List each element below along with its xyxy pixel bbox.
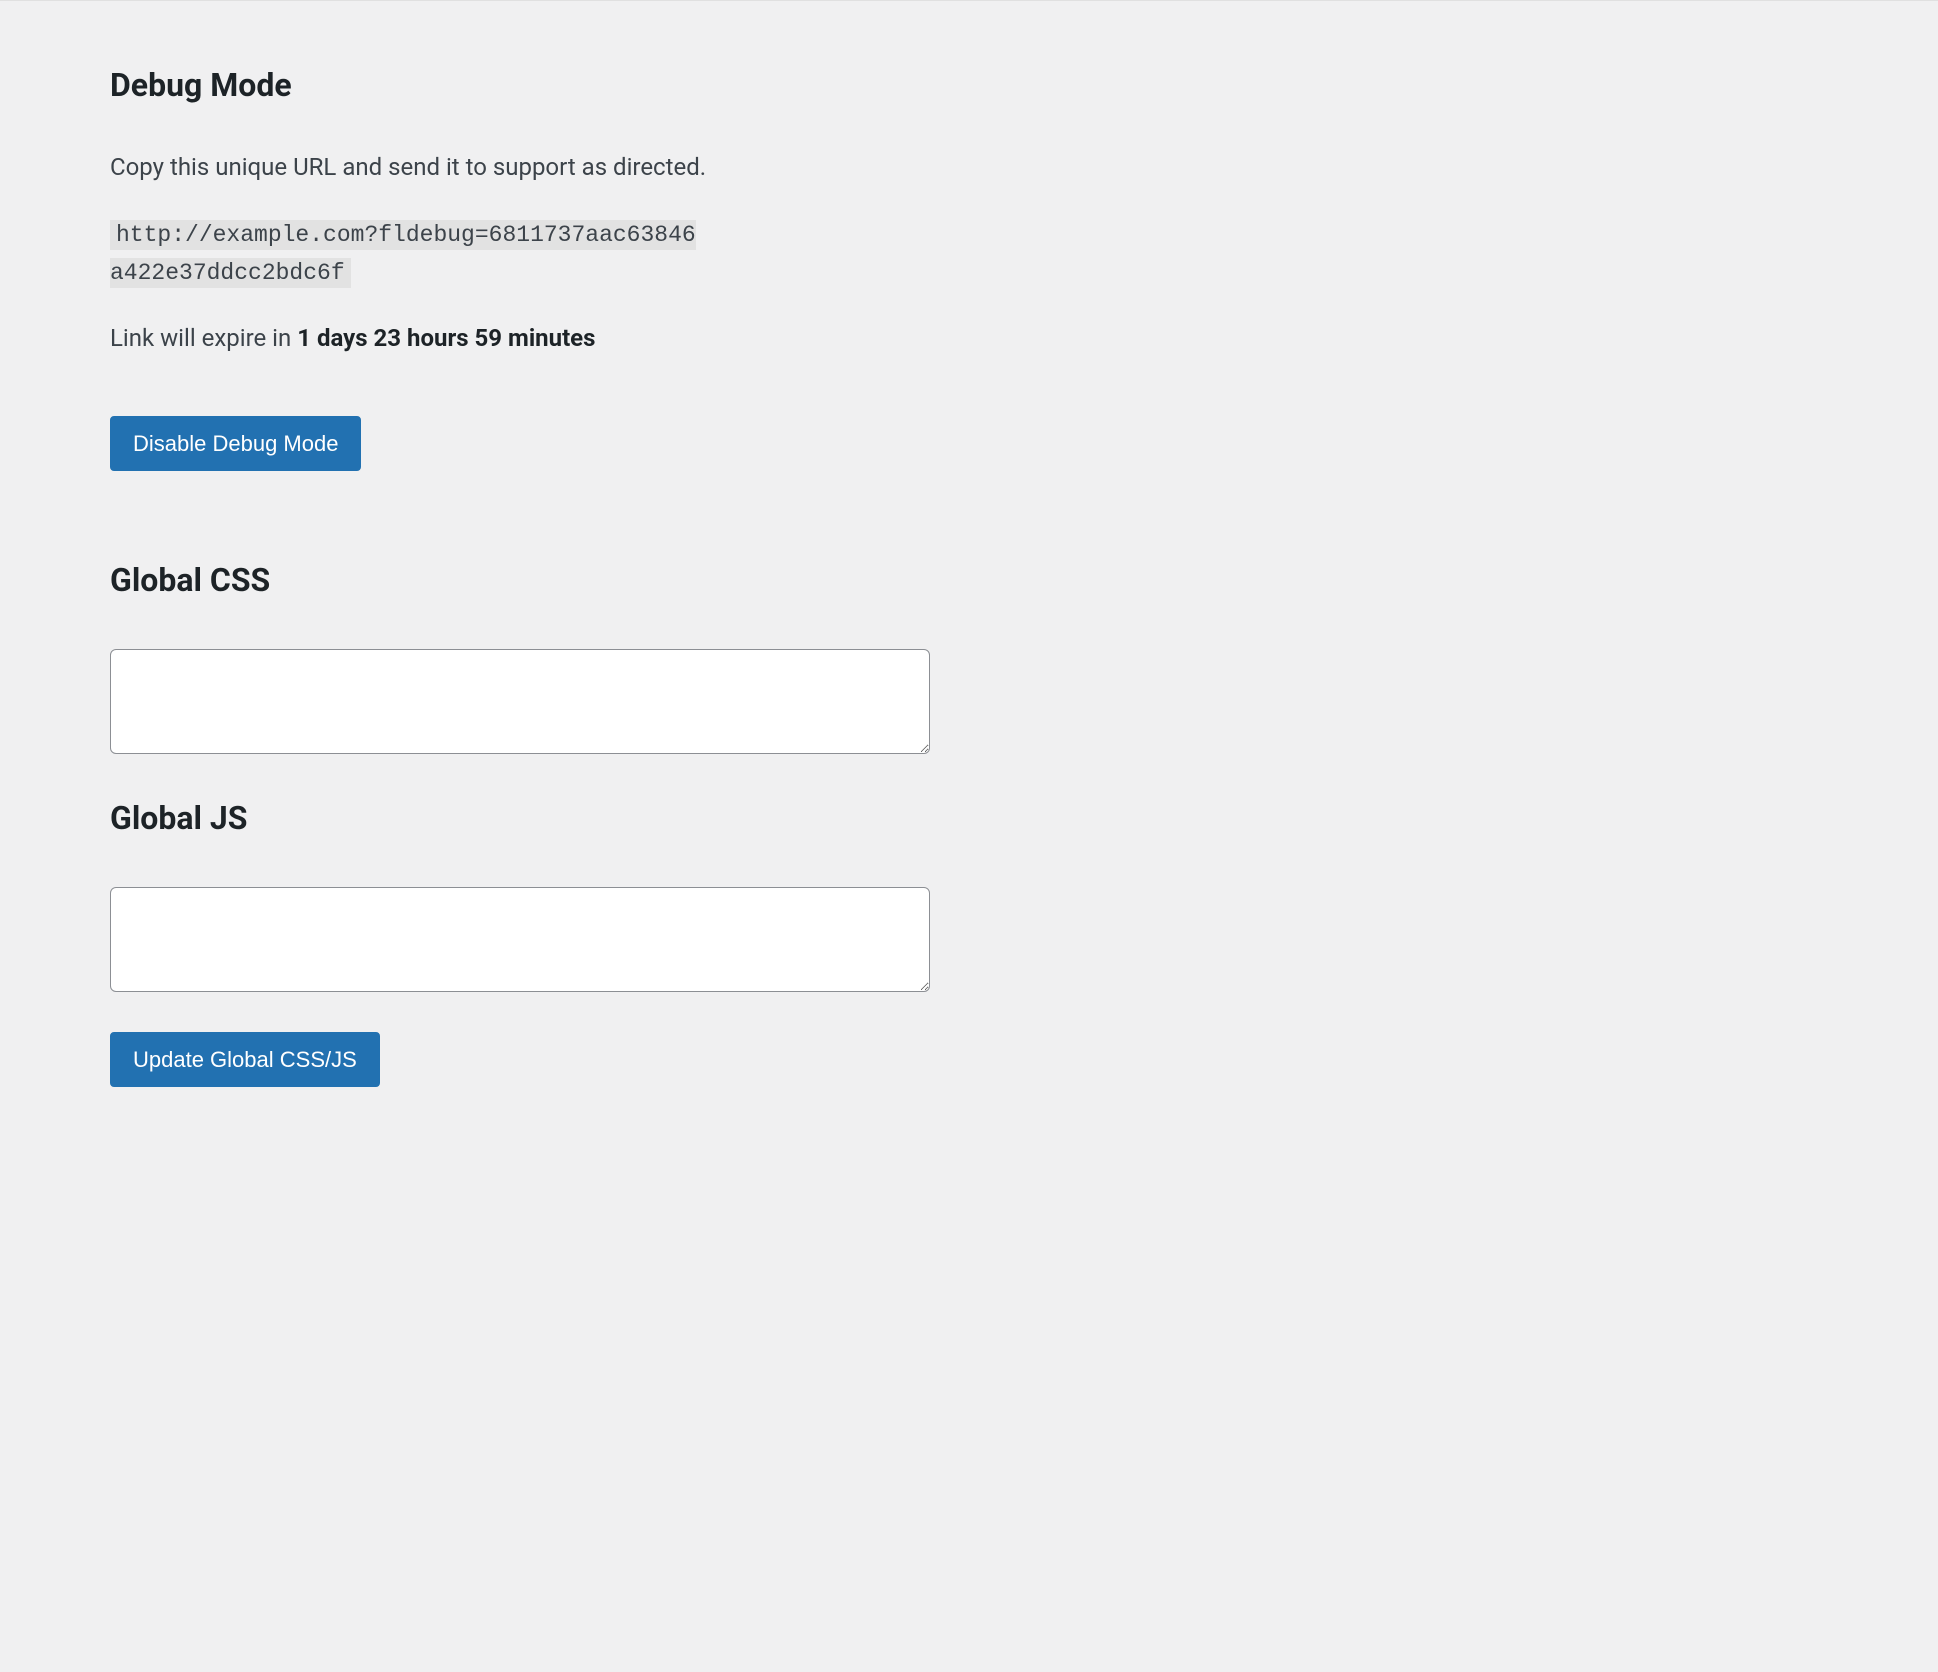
debug-mode-heading: Debug Mode [110,61,1828,109]
global-js-heading: Global JS [110,794,1828,842]
global-css-heading: Global CSS [110,556,1828,604]
global-css-section: Global CSS [110,556,1828,754]
debug-url-block: http://example.com?fldebug=6811737aac638… [110,215,700,290]
disable-debug-button[interactable]: Disable Debug Mode [110,416,361,471]
expire-value: 1 days 23 hours 59 minutes [297,324,595,352]
global-css-textarea[interactable] [110,649,930,754]
debug-description: Copy this unique URL and send it to supp… [110,149,1828,185]
debug-expire-text: Link will expire in 1 days 23 hours 59 m… [110,320,1828,356]
settings-content: Debug Mode Copy this unique URL and send… [0,1,1938,1147]
debug-mode-section: Debug Mode Copy this unique URL and send… [110,61,1828,471]
global-js-section: Global JS [110,794,1828,992]
debug-url[interactable]: http://example.com?fldebug=6811737aac638… [110,220,696,288]
update-global-css-js-button[interactable]: Update Global CSS/JS [110,1032,380,1087]
expire-prefix: Link will expire in [110,324,297,352]
global-js-textarea[interactable] [110,887,930,992]
update-button-wrapper: Update Global CSS/JS [110,1032,1828,1087]
